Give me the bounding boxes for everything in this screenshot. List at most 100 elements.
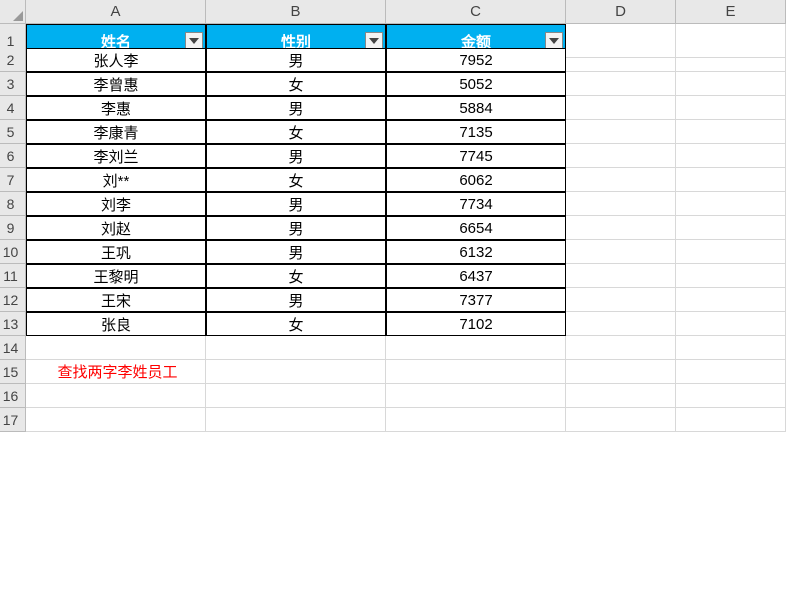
cell-D5[interactable] — [566, 120, 676, 144]
cell-name[interactable]: 王巩 — [26, 240, 206, 264]
cell-gender[interactable]: 男 — [206, 216, 386, 240]
cell-gender[interactable]: 女 — [206, 312, 386, 336]
cell-D2[interactable] — [566, 48, 676, 72]
cell-C17[interactable] — [386, 408, 566, 432]
cell-name[interactable]: 张人李 — [26, 48, 206, 72]
cell-E2[interactable] — [676, 48, 786, 72]
cell-name[interactable]: 王宋 — [26, 288, 206, 312]
row-header-10[interactable]: 10 — [0, 240, 26, 264]
cell-E15[interactable] — [676, 360, 786, 384]
row-header-11[interactable]: 11 — [0, 264, 26, 288]
cell-B16[interactable] — [206, 384, 386, 408]
cell-D16[interactable] — [566, 384, 676, 408]
cell-amount[interactable]: 7135 — [386, 120, 566, 144]
cell-amount[interactable]: 7745 — [386, 144, 566, 168]
cell-D9[interactable] — [566, 216, 676, 240]
row-header-5[interactable]: 5 — [0, 120, 26, 144]
cell-E17[interactable] — [676, 408, 786, 432]
cell-B15[interactable] — [206, 360, 386, 384]
column-header-E[interactable]: E — [676, 0, 786, 24]
row-header-6[interactable]: 6 — [0, 144, 26, 168]
cell-D8[interactable] — [566, 192, 676, 216]
cell-name[interactable]: 李惠 — [26, 96, 206, 120]
cell-D17[interactable] — [566, 408, 676, 432]
cell-E14[interactable] — [676, 336, 786, 360]
cell-gender[interactable]: 男 — [206, 96, 386, 120]
row-header-15[interactable]: 15 — [0, 360, 26, 384]
cell-D13[interactable] — [566, 312, 676, 336]
cell-E7[interactable] — [676, 168, 786, 192]
cell-C14[interactable] — [386, 336, 566, 360]
cell-gender[interactable]: 男 — [206, 48, 386, 72]
cell-D7[interactable] — [566, 168, 676, 192]
row-header-4[interactable]: 4 — [0, 96, 26, 120]
row-header-16[interactable]: 16 — [0, 384, 26, 408]
row-header-13[interactable]: 13 — [0, 312, 26, 336]
cell-gender[interactable]: 男 — [206, 240, 386, 264]
row-header-9[interactable]: 9 — [0, 216, 26, 240]
row-header-8[interactable]: 8 — [0, 192, 26, 216]
column-header-D[interactable]: D — [566, 0, 676, 24]
cell-amount[interactable]: 6437 — [386, 264, 566, 288]
cell-D11[interactable] — [566, 264, 676, 288]
cell-A17[interactable] — [26, 408, 206, 432]
cell-name[interactable]: 王黎明 — [26, 264, 206, 288]
cell-A14[interactable] — [26, 336, 206, 360]
cell-E4[interactable] — [676, 96, 786, 120]
cell-D10[interactable] — [566, 240, 676, 264]
cell-D14[interactable] — [566, 336, 676, 360]
cell-D6[interactable] — [566, 144, 676, 168]
row-header-3[interactable]: 3 — [0, 72, 26, 96]
cell-D4[interactable] — [566, 96, 676, 120]
cell-D15[interactable] — [566, 360, 676, 384]
cell-E9[interactable] — [676, 216, 786, 240]
column-header-C[interactable]: C — [386, 0, 566, 24]
cell-gender[interactable]: 女 — [206, 72, 386, 96]
cell-E10[interactable] — [676, 240, 786, 264]
cell-amount[interactable]: 7952 — [386, 48, 566, 72]
cell-B14[interactable] — [206, 336, 386, 360]
cell-amount[interactable]: 5052 — [386, 72, 566, 96]
cell-name[interactable]: 李康青 — [26, 120, 206, 144]
cell-amount[interactable]: 7734 — [386, 192, 566, 216]
cell-amount[interactable]: 6132 — [386, 240, 566, 264]
cell-name[interactable]: 李曾惠 — [26, 72, 206, 96]
cell-amount[interactable]: 7102 — [386, 312, 566, 336]
cell-B17[interactable] — [206, 408, 386, 432]
cell-name[interactable]: 张良 — [26, 312, 206, 336]
cell-name[interactable]: 刘** — [26, 168, 206, 192]
cell-E8[interactable] — [676, 192, 786, 216]
select-all-corner[interactable] — [0, 0, 26, 24]
cell-D12[interactable] — [566, 288, 676, 312]
cell-D3[interactable] — [566, 72, 676, 96]
cell-A16[interactable] — [26, 384, 206, 408]
cell-C15[interactable] — [386, 360, 566, 384]
cell-gender[interactable]: 女 — [206, 168, 386, 192]
row-header-17[interactable]: 17 — [0, 408, 26, 432]
cell-gender[interactable]: 男 — [206, 288, 386, 312]
cell-E3[interactable] — [676, 72, 786, 96]
note-cell[interactable]: 查找两字李姓员工 — [26, 360, 206, 384]
cell-E11[interactable] — [676, 264, 786, 288]
cell-name[interactable]: 李刘兰 — [26, 144, 206, 168]
cell-name[interactable]: 刘赵 — [26, 216, 206, 240]
cell-E16[interactable] — [676, 384, 786, 408]
row-header-12[interactable]: 12 — [0, 288, 26, 312]
cell-C16[interactable] — [386, 384, 566, 408]
cell-name[interactable]: 刘李 — [26, 192, 206, 216]
row-header-14[interactable]: 14 — [0, 336, 26, 360]
cell-gender[interactable]: 女 — [206, 120, 386, 144]
column-header-A[interactable]: A — [26, 0, 206, 24]
column-header-B[interactable]: B — [206, 0, 386, 24]
cell-gender[interactable]: 男 — [206, 192, 386, 216]
cell-E5[interactable] — [676, 120, 786, 144]
row-header-2[interactable]: 2 — [0, 48, 26, 72]
cell-gender[interactable]: 男 — [206, 144, 386, 168]
cell-E13[interactable] — [676, 312, 786, 336]
cell-E12[interactable] — [676, 288, 786, 312]
cell-gender[interactable]: 女 — [206, 264, 386, 288]
cell-E6[interactable] — [676, 144, 786, 168]
cell-amount[interactable]: 6654 — [386, 216, 566, 240]
cell-amount[interactable]: 5884 — [386, 96, 566, 120]
cell-amount[interactable]: 6062 — [386, 168, 566, 192]
